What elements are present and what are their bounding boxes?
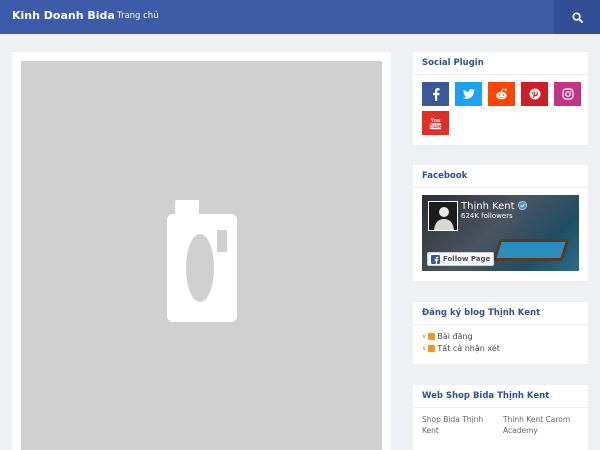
post-card [12,52,391,450]
site-brand[interactable]: Kinh Doanh Bida [12,9,115,22]
rss-icon [428,333,436,340]
twitter-icon [462,89,475,99]
facebook-widget: Facebook Thịnh Kent 624K followers Follo… [413,165,588,281]
facebook-button[interactable] [422,82,449,106]
subscribe-widget: Đăng ký blog Thịnh Kent ∨ Bài đăng ∨ Tất… [413,302,588,364]
search-icon [571,11,583,23]
reddit-button[interactable] [488,82,515,106]
twitter-button[interactable] [455,82,482,106]
feed-posts-link[interactable]: ∨ Bài đăng [422,332,473,341]
search-button[interactable] [554,0,600,34]
facebook-square-icon [431,254,440,264]
person-silhouette-icon [434,207,454,230]
social-buttons-row-2: You Tube [422,111,449,135]
rss-icon [428,345,436,352]
page-avatar[interactable] [428,201,458,231]
nav-link-home[interactable]: Trang chủ [117,11,159,21]
youtube-button[interactable]: You Tube [422,111,449,135]
svg-text:Tube: Tube [429,124,441,130]
camera-placeholder-icon [166,200,237,322]
top-navigation-bar: Kinh Doanh Bida Trang chủ [0,0,600,34]
chevron-down-icon: ∨ [422,333,427,340]
widget-title: Web Shop Bida Thịnh Kent [413,385,588,408]
follower-count: 624K followers [461,212,513,220]
feed-comments-link[interactable]: ∨ Tất cả nhận xét [422,344,500,353]
verified-badge-icon [517,201,527,210]
social-plugin-widget: Social Plugin You Tube [413,52,588,145]
pinterest-button[interactable] [521,82,548,106]
pinterest-icon [529,88,540,100]
facebook-icon [432,87,439,101]
chevron-down-icon: ∨ [422,345,427,352]
instagram-icon [561,88,574,100]
shop-link[interactable]: Thinh Kent Carom Academy [503,415,573,436]
reddit-icon [496,88,507,100]
post-image-placeholder[interactable] [21,61,382,450]
facebook-page-plugin[interactable]: Thịnh Kent 624K followers Follow Page [422,195,579,271]
shop-links-widget: Web Shop Bida Thịnh Kent Shop Bida Thịnh… [413,385,588,450]
billiard-table-cover [492,239,570,261]
widget-title: Đăng ký blog Thịnh Kent [413,302,588,325]
widget-title: Facebook [413,165,588,188]
shop-link[interactable]: Shop Bida Thịnh Kent [422,415,492,436]
follow-page-button[interactable]: Follow Page [427,252,494,266]
instagram-button[interactable] [554,82,581,106]
youtube-icon: You Tube [429,118,441,130]
page-name[interactable]: Thịnh Kent [461,201,527,212]
social-buttons-row [422,82,581,106]
widget-title: Social Plugin [413,52,588,75]
